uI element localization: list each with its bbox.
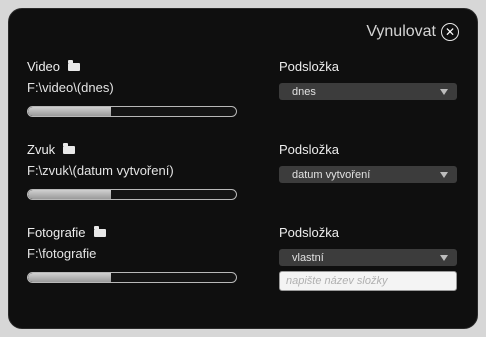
photo-subfolder-label: Podsložka xyxy=(279,225,339,240)
folder-icon[interactable] xyxy=(93,225,106,237)
chevron-down-icon xyxy=(440,88,448,95)
video-section: Video F:\video\(dnes) Podsložka dnes xyxy=(27,59,467,139)
audio-label-row: Zvuk xyxy=(27,142,76,157)
audio-subfolder-select[interactable]: datum vytvoření xyxy=(279,166,457,183)
audio-subfolder-label: Podsložka xyxy=(279,142,339,157)
photo-section: Fotografie F:\fotografie Podsložka vlast… xyxy=(27,225,467,305)
photo-label: Fotografie xyxy=(27,225,86,240)
audio-path: F:\zvuk\(datum vytvoření) xyxy=(27,163,174,178)
audio-subfolder-value: datum vytvoření xyxy=(292,168,371,181)
custom-folder-name-input[interactable] xyxy=(279,271,457,291)
video-usage-fill xyxy=(28,107,112,116)
folder-icon[interactable] xyxy=(63,142,76,154)
photo-usage-fill xyxy=(28,273,112,282)
close-circle-icon[interactable]: ✕ xyxy=(441,23,459,41)
audio-label: Zvuk xyxy=(27,142,56,157)
import-folders-panel: Vynulovat ✕ Video F:\video\(dnes) Podslo… xyxy=(8,8,478,329)
video-label: Video xyxy=(27,59,61,74)
photo-label-row: Fotografie xyxy=(27,225,106,240)
photo-subfolder-value: vlastní xyxy=(292,251,324,264)
video-path: F:\video\(dnes) xyxy=(27,80,114,95)
video-label-row: Video xyxy=(27,59,81,74)
photo-subfolder-select[interactable]: vlastní xyxy=(279,249,457,266)
video-subfolder-value: dnes xyxy=(292,85,316,98)
chevron-down-icon xyxy=(440,254,448,261)
reset-button[interactable]: Vynulovat ✕ xyxy=(366,23,459,41)
video-usage-bar xyxy=(27,106,237,117)
photo-usage-bar xyxy=(27,272,237,283)
reset-label: Vynulovat xyxy=(366,23,436,40)
video-subfolder-label: Podsložka xyxy=(279,59,339,74)
video-subfolder-select[interactable]: dnes xyxy=(279,83,457,100)
photo-path: F:\fotografie xyxy=(27,246,97,261)
audio-section: Zvuk F:\zvuk\(datum vytvoření) Podsložka… xyxy=(27,142,467,222)
chevron-down-icon xyxy=(440,171,448,178)
audio-usage-bar xyxy=(27,189,237,200)
folder-icon[interactable] xyxy=(68,59,81,71)
audio-usage-fill xyxy=(28,190,112,199)
